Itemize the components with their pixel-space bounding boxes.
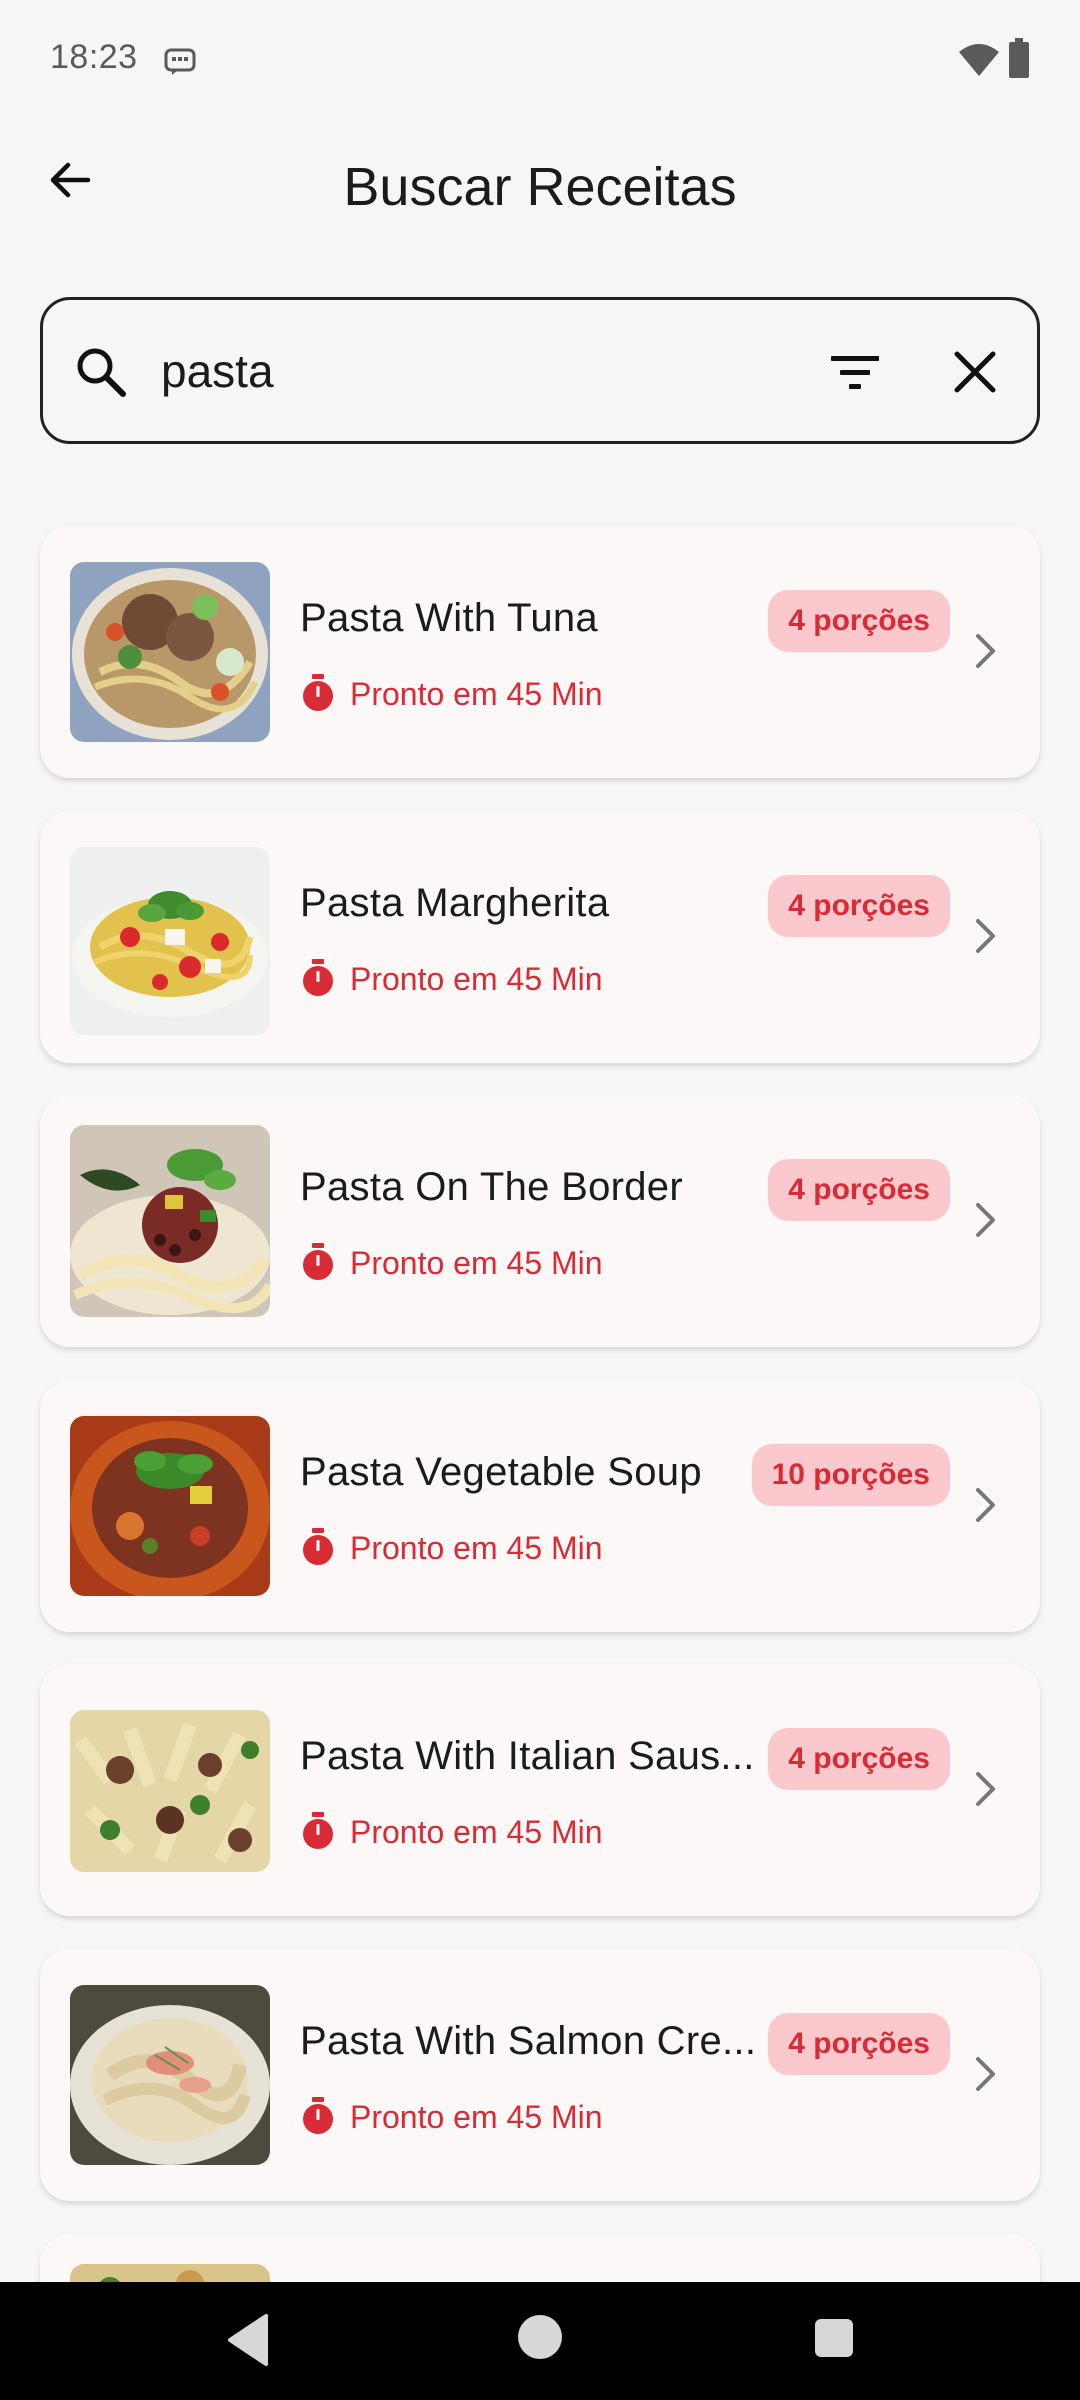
nav-home-icon[interactable]: [518, 2315, 562, 2359]
filter-icon[interactable]: [827, 344, 883, 400]
servings-badge: 10 porções: [751, 1444, 950, 1506]
chevron-right-icon: [976, 1203, 995, 1237]
nav-back-icon[interactable]: [222, 2312, 274, 2368]
page-title: Buscar Receitas: [343, 157, 737, 217]
system-nav-bar: [0, 2282, 1080, 2400]
status-bar: 18:23: [0, 0, 1080, 126]
search-input[interactable]: [161, 338, 721, 404]
message-icon: [164, 48, 196, 75]
servings-badge: 4 porções: [768, 1728, 950, 1790]
ready-time: Pronto em 45 Min: [350, 1530, 603, 1566]
chevron-right-icon: [976, 2057, 995, 2091]
recipe-image: [70, 562, 270, 742]
ready-time: Pronto em 45 Min: [350, 2099, 603, 2135]
recipe-name: Pasta With Tuna: [300, 596, 598, 640]
close-icon[interactable]: [947, 344, 1003, 400]
status-time: 18:23: [50, 38, 138, 76]
ready-time: Pronto em 45 Min: [350, 676, 603, 712]
recipe-name: Pasta With Italian Saus...: [300, 1734, 755, 1778]
servings-badge: 4 porções: [768, 875, 950, 937]
recipe-image: [70, 1710, 270, 1872]
recipe-card[interactable]: Pasta Vegetable Soup Pronto em 45 Min 10…: [40, 1380, 1040, 1632]
recipe-name: Pasta With Salmon Cre...: [300, 2019, 757, 2063]
recipe-image: [70, 847, 270, 1035]
timer-icon: [303, 1243, 333, 1280]
ready-time: Pronto em 45 Min: [350, 1245, 603, 1281]
recipe-name: Pasta On The Border: [300, 1165, 683, 1209]
recipe-card[interactable]: Pasta Margherita Pronto em 45 Min 4 porç…: [40, 811, 1040, 1063]
servings-badge: 4 porções: [768, 2013, 950, 2075]
chevron-right-icon: [976, 1772, 995, 1806]
nav-recents-icon[interactable]: [815, 2319, 853, 2357]
search-icon: [77, 348, 126, 397]
recipe-image: [70, 1416, 270, 1596]
recipe-name: Pasta Margherita: [300, 881, 610, 925]
chevron-right-icon: [976, 919, 995, 953]
servings-badge: 4 porções: [768, 590, 950, 652]
ready-time: Pronto em 45 Min: [350, 961, 603, 997]
servings-badge: 4 porções: [768, 1159, 950, 1221]
wifi-icon: [959, 44, 999, 76]
recipe-image: [70, 1985, 270, 2165]
recipe-card[interactable]: Pasta With Italian Saus... Pronto em 45 …: [40, 1664, 1040, 1916]
search-box: [40, 297, 1040, 444]
recipe-card[interactable]: Pasta With Tuna Pronto em 45 Min 4 porçõ…: [40, 526, 1040, 778]
app-bar: Buscar Receitas: [0, 126, 1080, 248]
timer-icon: [303, 1528, 333, 1565]
timer-icon: [303, 2097, 333, 2134]
battery-icon: [1009, 38, 1029, 78]
chevron-right-icon: [976, 1488, 995, 1522]
recipe-image: [70, 1125, 270, 1317]
ready-time: Pronto em 45 Min: [350, 1814, 603, 1850]
timer-icon: [303, 1812, 333, 1849]
recipe-card[interactable]: Pasta With Salmon Cre... Pronto em 45 Mi…: [40, 1949, 1040, 2201]
recipe-card[interactable]: Pasta On The Border Pronto em 45 Min 4 p…: [40, 1095, 1040, 1347]
timer-icon: [303, 674, 333, 711]
timer-icon: [303, 959, 333, 996]
recipe-name: Pasta Vegetable Soup: [300, 1450, 702, 1494]
chevron-right-icon: [976, 634, 995, 668]
